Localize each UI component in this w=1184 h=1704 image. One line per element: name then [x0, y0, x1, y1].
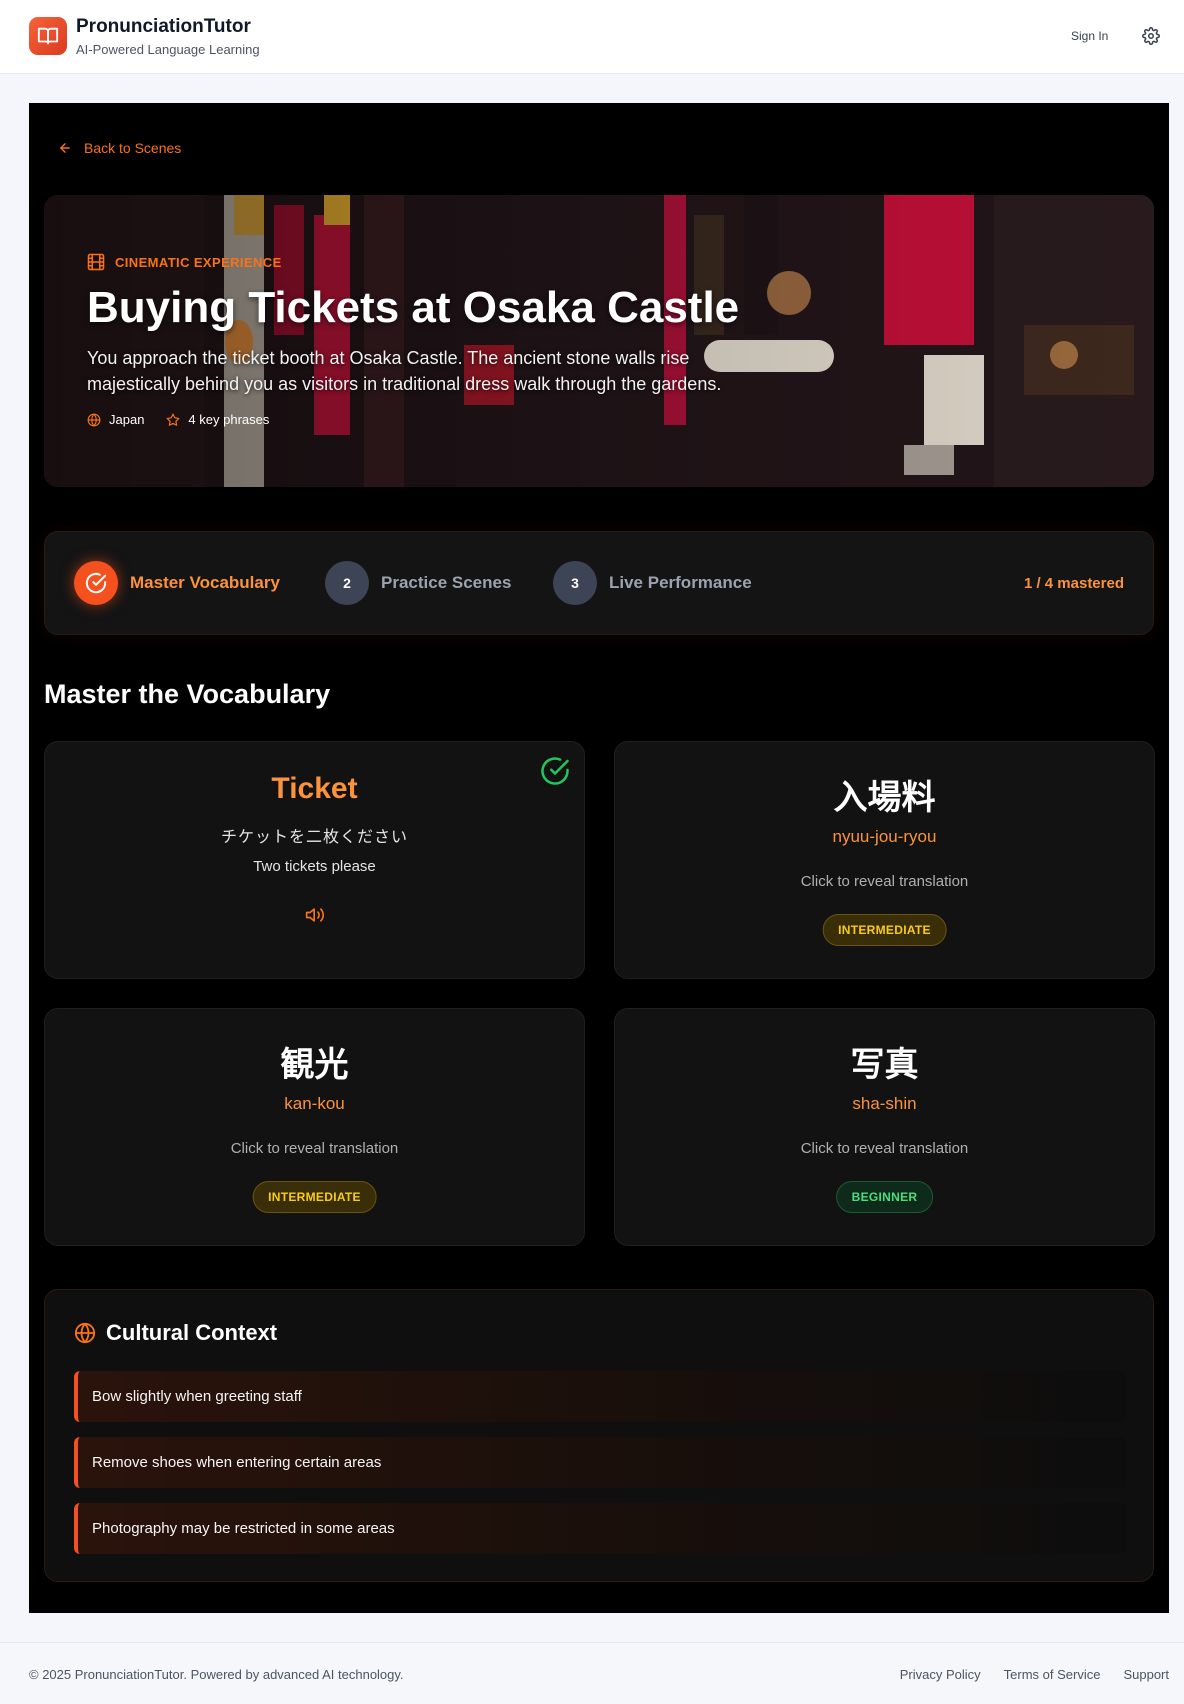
top-navbar: PronunciationTutor AI-Powered Language L…	[0, 0, 1184, 74]
cultural-context-panel: Cultural Context Bow slightly when greet…	[44, 1289, 1154, 1582]
check-circle-icon	[74, 561, 118, 605]
scene-panel: Back to Scenes CINEMATIC EXPERIENCE Buyi…	[29, 103, 1169, 1613]
location-meta: Japan	[87, 412, 144, 427]
step-number: 3	[553, 561, 597, 605]
culture-tip: Photography may be restricted in some ar…	[74, 1503, 1126, 1554]
vocab-word: 観光	[280, 1046, 349, 1084]
brand-name[interactable]: PronunciationTutor	[76, 16, 251, 38]
book-logo-icon[interactable]	[29, 17, 67, 55]
reveal-hint: Click to reveal translation	[800, 1140, 969, 1157]
scene-description: You approach the ticket booth at Osaka C…	[87, 348, 722, 394]
back-to-scenes-link[interactable]: Back to Scenes	[58, 140, 181, 156]
level-badge: BEGINNER	[835, 1181, 934, 1213]
reveal-hint: Click to reveal translation	[800, 873, 969, 890]
step-live-performance[interactable]: 3 Live Performance	[553, 561, 752, 605]
learning-steps: Master Vocabulary 2 Practice Scenes 3 Li…	[44, 531, 1154, 635]
cultural-context-title: Cultural Context	[106, 1320, 278, 1345]
arrow-left-icon	[60, 143, 70, 153]
vocab-romaji: sha-shin	[852, 1094, 917, 1113]
footer-links: Privacy Policy Terms of Service Support	[900, 1667, 1169, 1682]
step-master-vocabulary[interactable]: Master Vocabulary	[74, 561, 280, 605]
reveal-hint: Click to reveal translation	[230, 1140, 399, 1157]
globe-icon	[87, 413, 101, 427]
footer: © 2025 PronunciationTutor. Powered by ad…	[0, 1642, 1184, 1704]
culture-tip: Bow slightly when greeting staff	[74, 1371, 1126, 1422]
terms-of-service-link[interactable]: Terms of Service	[1004, 1667, 1101, 1682]
tag-label: CINEMATIC EXPERIENCE	[115, 254, 282, 270]
sign-in-link[interactable]: Sign In	[1071, 29, 1108, 43]
vocab-word: 入場料	[833, 779, 936, 817]
film-icon	[87, 253, 105, 271]
phrase-english: Two tickets please	[253, 858, 376, 875]
vocab-word: Ticket	[271, 772, 358, 805]
vocab-romaji: nyuu-jou-ryou	[832, 827, 937, 846]
vocab-word: 写真	[850, 1046, 919, 1084]
globe-icon	[74, 1322, 96, 1344]
scene-title: Buying Tickets at Osaka Castle	[87, 283, 740, 332]
culture-tip: Remove shoes when entering certain areas	[74, 1437, 1126, 1488]
vocab-card-shashin[interactable]: 写真 sha-shin Click to reveal translation …	[614, 1008, 1155, 1246]
cultural-context-heading: Cultural Context	[74, 1320, 277, 1346]
step-label: Practice Scenes	[381, 573, 512, 592]
speaker-icon[interactable]	[305, 905, 325, 925]
vocab-card-nyuujouryou[interactable]: 入場料 nyuu-jou-ryou Click to reveal transl…	[614, 741, 1155, 979]
scene-hero-banner: CINEMATIC EXPERIENCE Buying Tickets at O…	[44, 195, 1154, 487]
cinematic-experience-tag: CINEMATIC EXPERIENCE	[87, 253, 282, 271]
brand-tagline: AI-Powered Language Learning	[76, 42, 260, 57]
vocab-romaji: kan-kou	[284, 1094, 345, 1113]
step-label: Master Vocabulary	[130, 573, 280, 592]
level-badge: INTERMEDIATE	[822, 914, 947, 946]
phrases-label: 4 key phrases	[188, 412, 270, 427]
vocab-card-ticket[interactable]: Ticket チケットを二枚ください Two tickets please	[44, 741, 585, 979]
vocabulary-heading: Master the Vocabulary	[44, 679, 331, 709]
step-number: 2	[325, 561, 369, 605]
privacy-policy-link[interactable]: Privacy Policy	[900, 1667, 981, 1682]
back-label: Back to Scenes	[84, 140, 182, 156]
support-link[interactable]: Support	[1123, 1667, 1169, 1682]
vocab-card-kankou[interactable]: 観光 kan-kou Click to reveal translation I…	[44, 1008, 585, 1246]
location-label: Japan	[109, 412, 145, 427]
mastered-count: 1 / 4 mastered	[1023, 575, 1124, 592]
level-badge: INTERMEDIATE	[252, 1181, 377, 1213]
step-label: Live Performance	[609, 573, 752, 592]
copyright-text: © 2025 PronunciationTutor. Powered by ad…	[29, 1667, 404, 1682]
star-icon	[167, 413, 180, 426]
gear-icon[interactable]	[1142, 27, 1160, 45]
phrases-meta: 4 key phrases	[166, 412, 269, 427]
step-practice-scenes[interactable]: 2 Practice Scenes	[325, 561, 511, 605]
scene-meta: Japan 4 key phrases	[87, 412, 269, 427]
phrase-japanese: チケットを二枚ください	[220, 829, 408, 846]
